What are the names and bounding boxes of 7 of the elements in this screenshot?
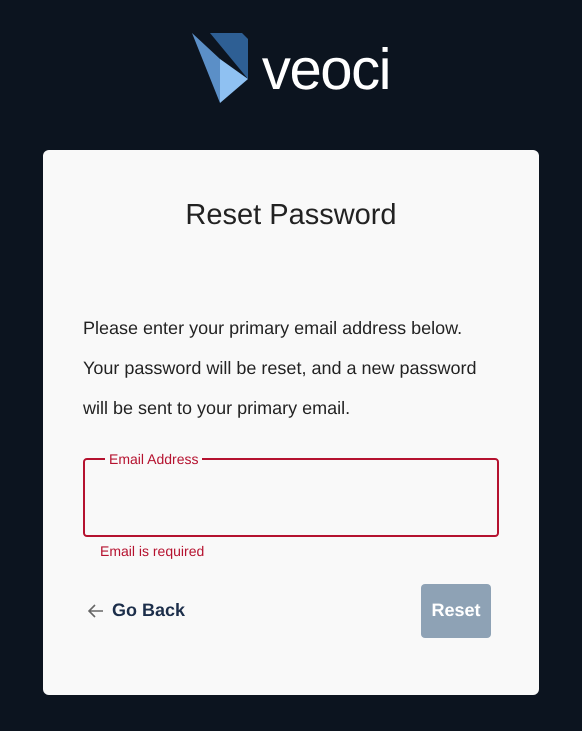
logo-text: veoci [262, 41, 390, 103]
logo-icon [192, 31, 250, 103]
page-title: Reset Password [184, 198, 398, 233]
error-message: Email is required [100, 542, 204, 561]
go-back-link[interactable]: Go Back [88, 597, 186, 624]
back-arrow-icon [88, 604, 104, 618]
instructions-text: Please enter your primary email address below. Your password will be reset, and a new password will be sent to your primary email. [83, 316, 478, 420]
